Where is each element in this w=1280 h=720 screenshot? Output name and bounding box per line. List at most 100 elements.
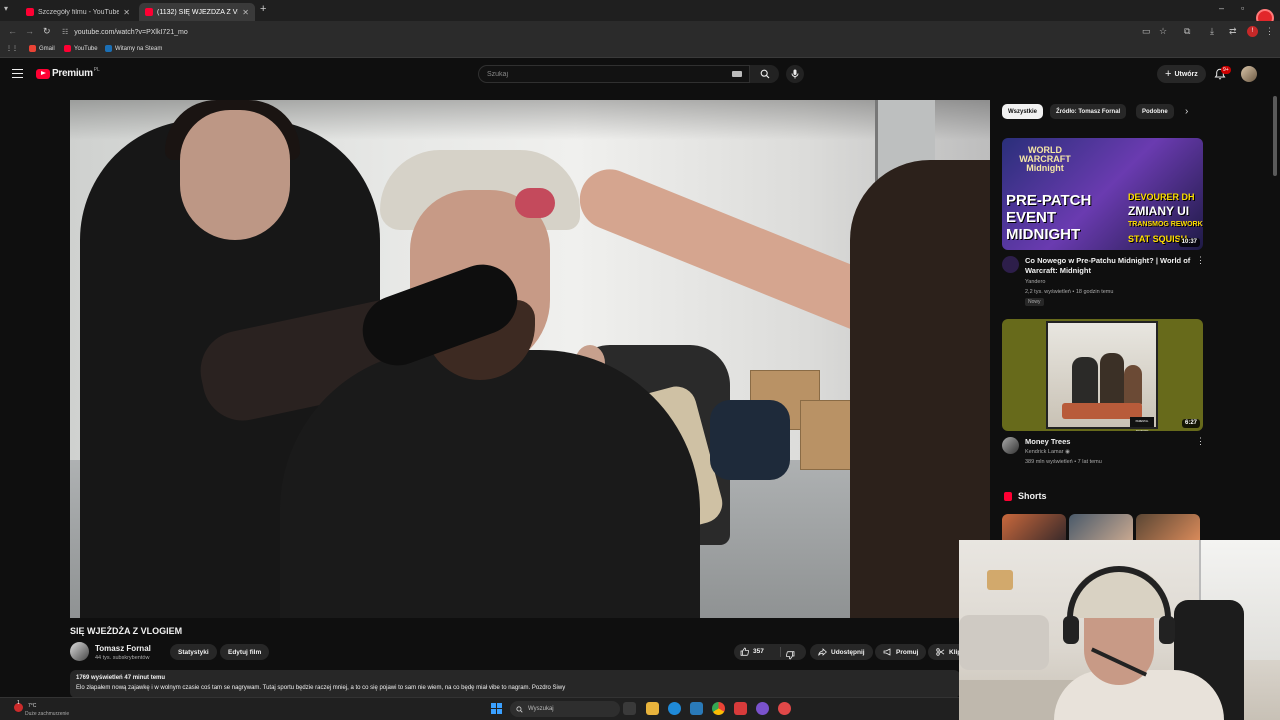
thumbnail-bullet: ZMIANY UI bbox=[1128, 204, 1190, 218]
channel-avatar[interactable] bbox=[70, 642, 89, 661]
create-button[interactable]: + Utwórz bbox=[1157, 65, 1206, 83]
webcam-frame-detail bbox=[1159, 616, 1175, 644]
recommendation-thumbnail[interactable]: PARENTAL ADVISORY 6:27 bbox=[1002, 319, 1203, 431]
messenger-icon[interactable] bbox=[756, 702, 769, 715]
like-divider bbox=[780, 647, 781, 657]
bookmark-label: Witamy na Steam bbox=[115, 45, 163, 52]
shorts-title: Shorts bbox=[1018, 491, 1047, 501]
share-button[interactable]: Udostępnij bbox=[810, 644, 873, 660]
download-icon[interactable]: ⤓ bbox=[1210, 26, 1214, 37]
webcam-frame-detail bbox=[959, 615, 1049, 670]
thumbnail-logo-text: WORLD WARCRAFT Midnight bbox=[1019, 145, 1071, 173]
account-avatar[interactable] bbox=[1241, 66, 1257, 82]
site-info-icon[interactable]: ☷ bbox=[62, 28, 68, 36]
short-thumbnail[interactable] bbox=[1002, 514, 1066, 540]
promote-button[interactable]: Promuj bbox=[875, 644, 927, 660]
chrome-icon[interactable] bbox=[712, 702, 725, 715]
short-thumbnail[interactable] bbox=[1069, 514, 1133, 540]
chip-related[interactable]: Podobne bbox=[1136, 104, 1174, 119]
recommendation-channel[interactable]: Kendrick Lamar ◉ bbox=[1025, 449, 1070, 455]
video-frame-detail bbox=[515, 188, 555, 218]
new-tab-icon[interactable]: + bbox=[260, 3, 266, 15]
url-text: youtube.com/watch?v=PXlkI721_mo bbox=[74, 28, 188, 36]
thumbnail-headline-line: EVENT bbox=[1006, 209, 1057, 226]
url-field[interactable]: ☷ youtube.com/watch?v=PXlkI721_mo bbox=[62, 25, 188, 39]
back-icon[interactable]: ← bbox=[8, 26, 17, 36]
browser-profile-avatar[interactable]: ! bbox=[1247, 26, 1258, 37]
maximize-icon[interactable]: ▫ bbox=[1241, 3, 1244, 13]
chip-from-channel[interactable]: Źródło: Tomasz Fornal bbox=[1050, 104, 1127, 119]
app-icon[interactable] bbox=[734, 702, 747, 715]
file-explorer-icon[interactable] bbox=[646, 702, 659, 715]
browser-tab[interactable]: Szczegóły filmu - YouTube Studio ✕ bbox=[20, 3, 136, 21]
bookmark-star-icon[interactable]: ☆ bbox=[1159, 26, 1167, 37]
apps-grid-icon[interactable]: ⋮⋮ bbox=[6, 45, 18, 52]
youtube-studio-favicon-icon bbox=[26, 8, 34, 16]
recommendation-title[interactable]: Co Nowego w Pre-Patchu Midnight? | World… bbox=[1025, 256, 1193, 276]
youtube-premium-logo[interactable]: Premium PL bbox=[36, 67, 100, 79]
webcam-frame-detail bbox=[1067, 566, 1171, 636]
shorts-icon bbox=[1004, 491, 1012, 501]
close-tab-icon[interactable]: ✕ bbox=[123, 8, 130, 17]
browser-tab-active[interactable]: (1132) SIĘ WJEŻDŻA Z VLOGIEM ✕ bbox=[139, 3, 255, 21]
more-actions-icon[interactable]: ⋮ bbox=[1196, 437, 1205, 446]
short-thumbnail[interactable] bbox=[1136, 514, 1200, 540]
browser-menu-icon[interactable]: ⋮ bbox=[1265, 26, 1274, 37]
logo-text: Premium bbox=[52, 68, 93, 79]
description-box[interactable]: 1769 wyświetleń 47 minut temu Elo złapał… bbox=[70, 670, 960, 698]
notifications-count-badge: 9+ bbox=[1221, 66, 1231, 74]
gmail-icon bbox=[29, 45, 36, 52]
bookmark-gmail[interactable]: Gmail bbox=[29, 45, 55, 52]
recommendation-thumbnail[interactable]: WORLD WARCRAFT Midnight PRE-PATCH EVENT … bbox=[1002, 138, 1203, 250]
video-player[interactable] bbox=[70, 100, 990, 618]
channel-icon[interactable] bbox=[1002, 437, 1019, 454]
task-view-icon[interactable] bbox=[623, 702, 636, 715]
parental-advisory-label: PARENTAL ADVISORY bbox=[1130, 417, 1154, 431]
clip-button[interactable]: Klip bbox=[928, 644, 964, 660]
bookmark-steam[interactable]: Witamy na Steam bbox=[105, 45, 162, 52]
like-count: 357 bbox=[753, 648, 764, 655]
voice-search-button[interactable] bbox=[786, 65, 804, 83]
cast-icon[interactable]: ▭ bbox=[1142, 26, 1151, 37]
video-duration: 10:37 bbox=[1178, 238, 1200, 247]
search-button[interactable] bbox=[749, 65, 779, 83]
recommendation-channel[interactable]: Yandero bbox=[1025, 279, 1045, 285]
minimize-icon[interactable]: – bbox=[1219, 3, 1224, 13]
search-input[interactable] bbox=[487, 69, 727, 80]
extensions-icon[interactable]: ⧉ bbox=[1184, 26, 1190, 37]
keyboard-icon[interactable] bbox=[732, 71, 742, 77]
extension-2-icon[interactable]: ⇄ bbox=[1229, 26, 1237, 37]
taskbar-search[interactable]: Wyszukaj bbox=[510, 701, 620, 717]
obs-icon[interactable] bbox=[778, 702, 791, 715]
album-cover: PARENTAL ADVISORY bbox=[1046, 321, 1158, 431]
address-bar: ← → ↻ ☷ youtube.com/watch?v=PXlkI721_mo … bbox=[0, 21, 1280, 42]
store-icon[interactable] bbox=[690, 702, 703, 715]
video-frame-detail bbox=[280, 350, 700, 618]
youtube-play-logo-icon bbox=[36, 68, 50, 79]
windows-start-icon[interactable] bbox=[491, 703, 502, 714]
forward-icon[interactable]: → bbox=[25, 26, 34, 36]
thumbnail-headline-line: MIDNIGHT bbox=[1006, 226, 1081, 243]
page-scrollbar-thumb[interactable] bbox=[1273, 96, 1277, 176]
edit-video-button[interactable]: Edytuj film bbox=[220, 644, 270, 660]
tab-search-icon[interactable]: ▾ bbox=[4, 4, 8, 13]
recommendation-title[interactable]: Money Trees bbox=[1025, 437, 1193, 447]
bookmark-youtube[interactable]: YouTube bbox=[64, 45, 98, 52]
guide-menu-icon[interactable] bbox=[12, 69, 23, 78]
weather-badge: 1 bbox=[17, 700, 20, 706]
channel-name[interactable]: Tomasz Fornal bbox=[95, 644, 151, 653]
chip-all[interactable]: Wszystkie bbox=[1002, 104, 1044, 119]
edge-icon[interactable] bbox=[668, 702, 681, 715]
recommendation-meta: 2,2 tys. wyświetleń • 18 godzin temu bbox=[1025, 289, 1114, 295]
channel-icon[interactable] bbox=[1002, 256, 1019, 273]
search-icon bbox=[516, 705, 523, 713]
reload-icon[interactable]: ↻ bbox=[43, 26, 51, 37]
weather-description: Duże zachmurzenie bbox=[25, 711, 70, 717]
dislike-button[interactable] bbox=[785, 647, 795, 665]
chips-next-icon[interactable]: › bbox=[1185, 106, 1188, 117]
stats-button[interactable]: Statystyki bbox=[170, 644, 217, 660]
like-button[interactable]: 357 bbox=[740, 647, 764, 656]
close-tab-icon[interactable]: ✕ bbox=[242, 8, 249, 17]
more-actions-icon[interactable]: ⋮ bbox=[1196, 256, 1205, 265]
weather-temperature: 7°C bbox=[28, 703, 37, 709]
